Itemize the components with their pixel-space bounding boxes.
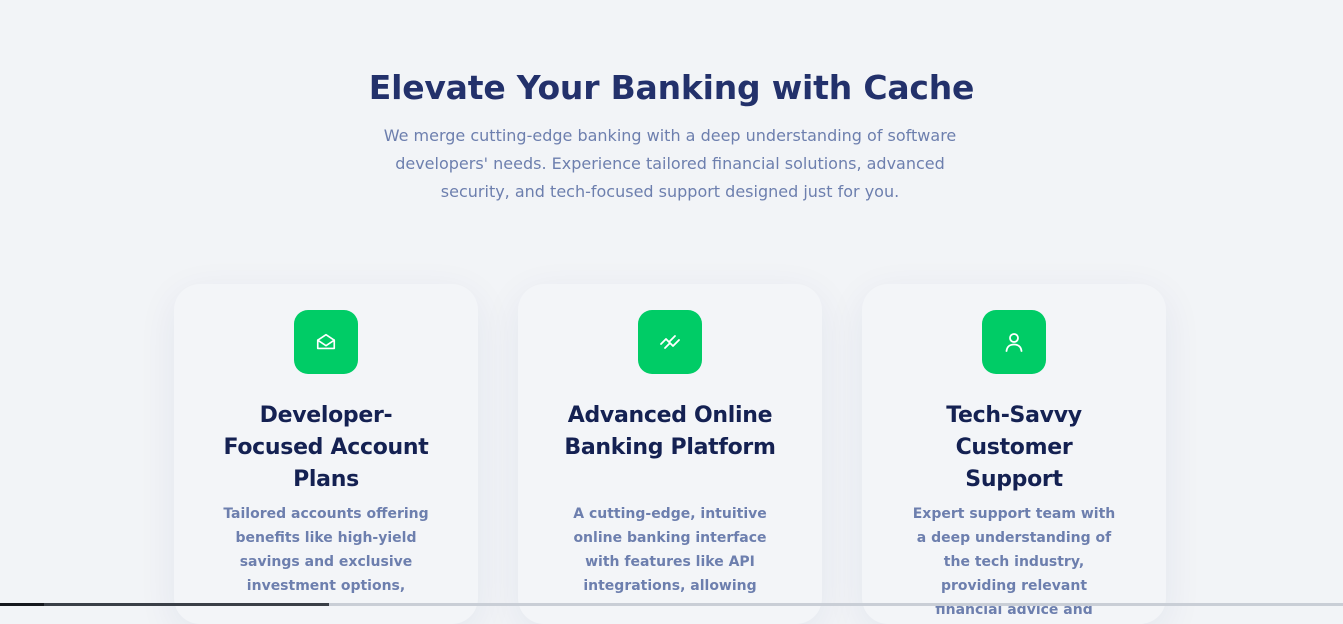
envelope-open-icon [294, 310, 358, 374]
feature-card-account-plans: Developer-Focused Account Plans Tailored… [174, 284, 478, 624]
user-icon [982, 310, 1046, 374]
feature-card-online-banking: Advanced Online Banking Platform A cutti… [518, 284, 822, 624]
feature-title: Tech-Savvy Customer Support [946, 403, 1082, 492]
section-title: Elevate Your Banking with Cache [368, 68, 975, 107]
trending-lines-icon [638, 310, 702, 374]
feature-title: Developer-Focused Account Plans [223, 403, 429, 492]
feature-description: Tailored accounts offering benefits like… [223, 506, 429, 594]
feature-card-customer-support: Tech-Savvy Customer Support Expert suppo… [862, 284, 1166, 624]
feature-description: A cutting-edge, intuitive online banking… [573, 506, 767, 594]
section-subtitle: We merge cutting-edge banking with a dee… [383, 126, 957, 201]
feature-title: Advanced Online Banking Platform [564, 403, 776, 460]
